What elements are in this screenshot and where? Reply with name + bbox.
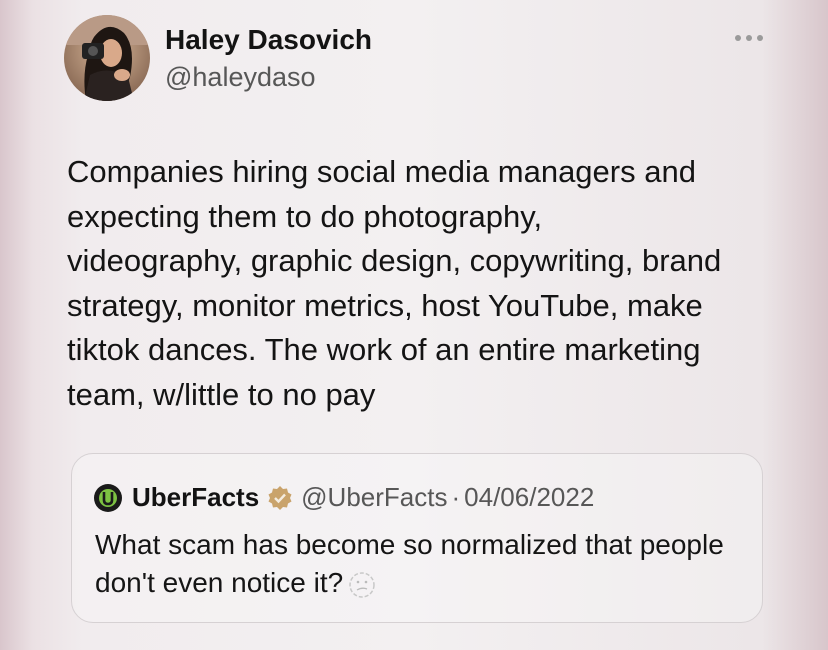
quoted-tweet-card[interactable]: UberFacts @UberFacts · 04/06/2022 What s… xyxy=(71,453,763,623)
tweet-text-line: tiktok dances. The work of an entire mar… xyxy=(67,332,701,367)
more-options-button[interactable] xyxy=(733,28,765,48)
ellipsis-icon xyxy=(735,35,763,41)
author-handle[interactable]: @haleydaso xyxy=(165,62,316,93)
quoted-text-line: What scam has become so normalized that … xyxy=(95,529,724,560)
quoted-tweet-text: What scam has become so normalized that … xyxy=(95,526,745,602)
quoted-tweet-date[interactable]: 04/06/2022 xyxy=(464,482,594,513)
quoted-text-line-last: don't even notice it? xyxy=(95,564,745,602)
quoted-author-handle[interactable]: @UberFacts xyxy=(301,482,447,513)
author-name[interactable]: Haley Dasovich xyxy=(165,24,372,56)
tweet-text-line: Companies hiring social media managers a… xyxy=(67,154,696,189)
quoted-tweet-header: UberFacts @UberFacts · 04/06/2022 xyxy=(94,482,594,513)
thinking-face-emoji-icon xyxy=(349,571,375,598)
tweet-text-line: team, w/little to no pay xyxy=(67,376,376,412)
tweet: Haley Dasovich @haleydaso Companies hiri… xyxy=(0,0,828,650)
separator-dot: · xyxy=(451,482,461,512)
uberfacts-logo-icon[interactable] xyxy=(94,483,122,512)
quoted-text-line: don't even notice it? xyxy=(95,567,344,598)
tweet-text: Companies hiring social media managers a… xyxy=(67,150,787,417)
tweet-text-line: strategy, monitor metrics, host YouTube,… xyxy=(67,287,703,323)
author-avatar[interactable] xyxy=(64,15,150,101)
tweet-text-line: expecting them to do photography, xyxy=(67,198,543,234)
tweet-text-line: videography, graphic design, copywriting… xyxy=(67,243,722,278)
verified-badge-icon xyxy=(268,485,292,510)
quoted-author-name[interactable]: UberFacts xyxy=(132,482,259,513)
